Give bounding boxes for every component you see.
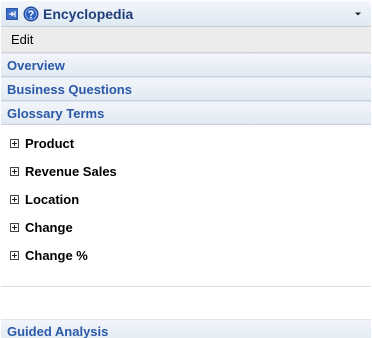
panel-titlebar: Encyclopedia bbox=[1, 1, 371, 27]
panel-title: Encyclopedia bbox=[43, 5, 134, 22]
glossary-tree: Product Revenue Sales Location Change Ch… bbox=[1, 125, 371, 287]
section-overview[interactable]: Overview bbox=[1, 53, 371, 77]
tree-item-label: Change bbox=[25, 219, 73, 235]
tree-item-label: Location bbox=[25, 191, 80, 207]
help-icon[interactable] bbox=[23, 6, 39, 22]
tree-item-change[interactable]: Change bbox=[1, 213, 371, 241]
tree-item-product[interactable]: Product bbox=[1, 129, 371, 157]
plus-box-icon[interactable] bbox=[10, 138, 19, 148]
plus-box-icon[interactable] bbox=[10, 250, 19, 260]
tree-item-revenue-sales[interactable]: Revenue Sales bbox=[1, 157, 371, 185]
tree-item-change-percent[interactable]: Change % bbox=[1, 241, 371, 269]
plus-box-icon[interactable] bbox=[10, 194, 19, 204]
plus-box-icon[interactable] bbox=[10, 166, 19, 176]
edit-toolbar: Edit bbox=[1, 27, 371, 53]
encyclopedia-panel: Encyclopedia Edit Overview Business Ques… bbox=[1, 1, 371, 338]
section-glossary-terms[interactable]: Glossary Terms bbox=[1, 101, 371, 125]
tree-item-label: Change % bbox=[25, 247, 88, 263]
tree-item-location[interactable]: Location bbox=[1, 185, 371, 213]
plus-box-icon[interactable] bbox=[10, 222, 19, 232]
section-guided-analysis[interactable]: Guided Analysis bbox=[1, 319, 371, 338]
tree-item-label: Product bbox=[25, 135, 75, 151]
collapse-panel-icon[interactable] bbox=[6, 7, 18, 20]
edit-button[interactable]: Edit bbox=[1, 32, 33, 47]
chevron-down-icon[interactable] bbox=[351, 7, 365, 21]
tree-item-label: Revenue Sales bbox=[25, 163, 117, 179]
section-business-questions[interactable]: Business Questions bbox=[1, 77, 371, 101]
